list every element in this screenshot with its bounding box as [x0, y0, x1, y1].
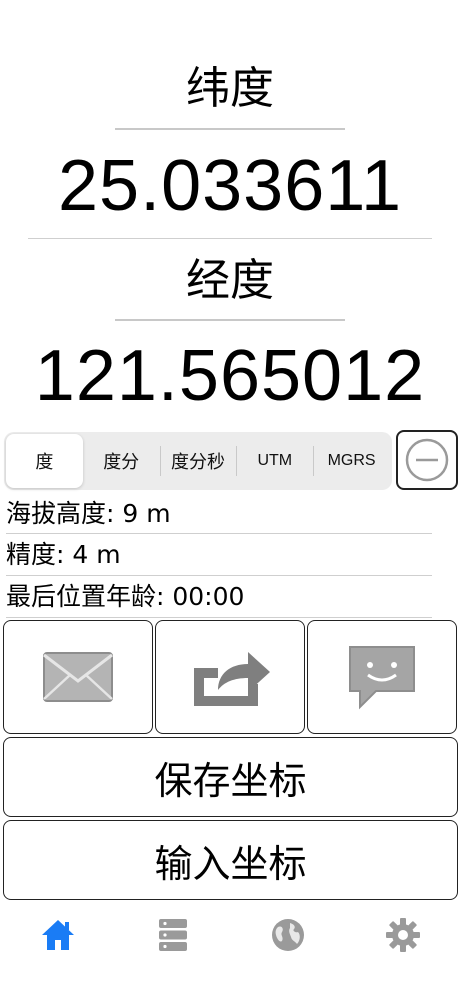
latitude-divider	[115, 128, 345, 130]
last-fix-age-text: 最后位置年龄: 00:00	[6, 582, 245, 611]
info-divider	[6, 617, 432, 618]
share-icon	[194, 652, 270, 706]
segment-utm[interactable]: UTM	[236, 434, 313, 488]
input-coordinates-button[interactable]: 输入坐标	[3, 820, 458, 900]
home-icon	[41, 920, 74, 950]
longitude-label: 经度	[186, 255, 274, 306]
segment-degrees-minutes[interactable]: 度分	[83, 434, 160, 488]
message-icon	[349, 646, 415, 710]
message-button[interactable]	[307, 620, 457, 734]
gear-icon	[385, 918, 420, 952]
tab-bar	[0, 906, 460, 964]
share-button[interactable]	[155, 620, 305, 734]
altitude-text: 海拔高度: 9 m	[6, 499, 171, 528]
email-button[interactable]	[3, 620, 153, 734]
segment-mgrs[interactable]: MGRS	[313, 434, 390, 488]
tab-globe[interactable]	[230, 906, 345, 964]
segment-degrees[interactable]: 度	[6, 434, 83, 488]
tab-home[interactable]	[0, 906, 115, 964]
latitude-label: 纬度	[186, 63, 274, 114]
latitude-value: 25.033611	[57, 146, 402, 226]
longitude-divider	[115, 319, 345, 321]
globe-icon	[271, 919, 304, 951]
longitude-value: 121.565012	[34, 336, 426, 416]
tab-list[interactable]	[115, 906, 230, 964]
minus-circle-icon	[405, 438, 449, 482]
save-coordinates-button[interactable]: 保存坐标	[3, 737, 458, 817]
list-icon	[158, 919, 187, 951]
clear-button[interactable]	[396, 430, 458, 490]
accuracy-text: 精度: 4 m	[6, 540, 121, 569]
mail-icon	[43, 652, 113, 702]
format-segmented-control: 度 度分 度分秒 UTM MGRS	[4, 432, 392, 490]
info-divider	[6, 575, 432, 576]
section-divider	[28, 238, 432, 239]
info-divider	[6, 533, 432, 534]
segment-degrees-minutes-seconds[interactable]: 度分秒	[159, 434, 237, 488]
tab-settings[interactable]	[345, 906, 460, 964]
